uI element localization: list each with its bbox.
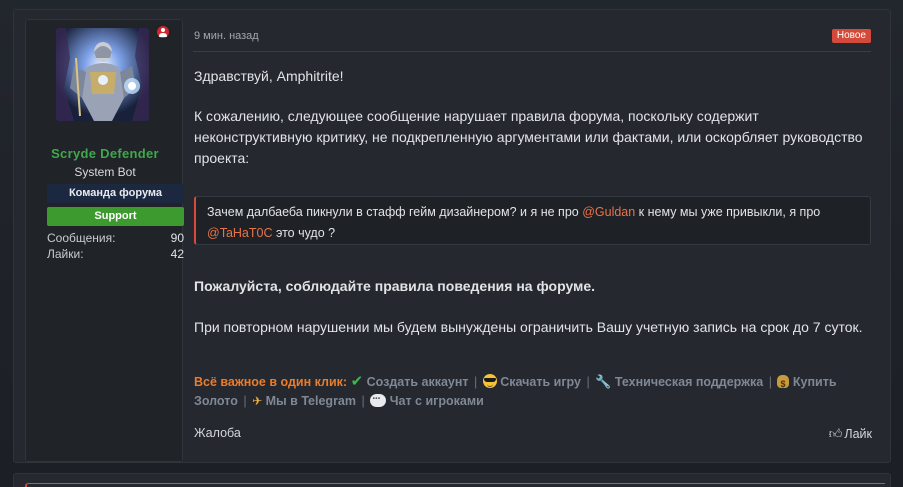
telegram-link[interactable]: Мы в Telegram	[266, 394, 356, 408]
author-user-title: System Bot	[74, 165, 136, 179]
tech-support-link[interactable]: Техническая поддержка	[615, 375, 763, 389]
separator: |	[243, 394, 247, 408]
stat-label: Сообщения:	[47, 231, 116, 245]
message-timestamp[interactable]: 9 мин. назад	[194, 30, 259, 42]
repeat-violation-paragraph: При повторном нарушении мы будем вынужде…	[194, 319, 863, 335]
download-game-link[interactable]: Скачать игру	[500, 375, 581, 389]
separator: |	[586, 375, 590, 389]
like-button[interactable]: 👍︎ Лайк	[829, 426, 872, 442]
quoted-message: Зачем далбаеба пикнули в стафф гейм диза…	[194, 196, 871, 245]
chat-bubble-icon	[370, 390, 387, 409]
mention-link[interactable]: @TaHaT0C	[207, 226, 273, 240]
separator: |	[361, 394, 365, 408]
money-bag-icon	[777, 375, 790, 394]
forum-post: Scryde Defender System Bot Команда форум…	[13, 9, 891, 463]
team-banner: Команда форума	[47, 184, 184, 203]
next-post-edge	[13, 473, 891, 487]
message-content: 9 мин. назад Новое Здравствуй, Amphitrit…	[193, 10, 884, 462]
message-footer: Жалоба 👍︎ Лайк	[194, 424, 872, 444]
violation-paragraph: К сожалению, следующее сообщение нарушае…	[194, 108, 863, 166]
author-username[interactable]: Scryde Defender	[26, 146, 184, 161]
create-account-link[interactable]: Создать аккаунт	[367, 375, 469, 389]
quick-links: Всё важное в один клик: ✔ Создать аккаун…	[194, 372, 874, 411]
message-header: 9 мин. назад Новое	[193, 27, 871, 52]
telegram-icon: ✈	[252, 394, 263, 408]
report-button[interactable]: Жалоба	[194, 426, 241, 440]
checkmark-icon: ✔	[350, 373, 364, 390]
rules-warning: Пожалуйста, соблюдайте правила поведения…	[194, 278, 596, 294]
quote-text: к нему мы уже привыкли, я про	[635, 205, 821, 219]
separator: |	[768, 375, 772, 389]
chat-link[interactable]: Чат с игроками	[390, 394, 484, 408]
quote-text: Зачем далбаеба пикнули в стафф гейм диза…	[207, 205, 583, 219]
wrench-icon: 🔧	[595, 374, 612, 389]
stat-label: Лайки:	[47, 247, 84, 261]
quick-links-lead: Всё важное в один клик:	[194, 375, 348, 389]
avatar[interactable]	[56, 28, 149, 121]
post-author-panel: Scryde Defender System Bot Команда форум…	[25, 19, 184, 462]
like-label: Лайк	[844, 427, 872, 441]
knight-avatar-icon	[56, 28, 149, 121]
support-banner: Support	[47, 207, 184, 226]
stat-value: 90	[170, 231, 184, 245]
user-status-icon	[155, 24, 171, 40]
mention-link[interactable]: @Guldan	[582, 205, 635, 219]
thumbs-up-icon: 👍︎	[828, 426, 843, 441]
greeting-text: Здравствуй, Amphitrite!	[194, 68, 344, 84]
stat-likes: Лайки: 42	[47, 247, 184, 261]
separator: |	[474, 375, 478, 389]
stat-value: 42	[170, 247, 184, 261]
quote-text: это чудо ?	[272, 226, 336, 240]
cool-face-icon	[482, 374, 497, 388]
new-badge: Новое	[831, 29, 871, 43]
stat-messages: Сообщения: 90	[47, 231, 184, 245]
